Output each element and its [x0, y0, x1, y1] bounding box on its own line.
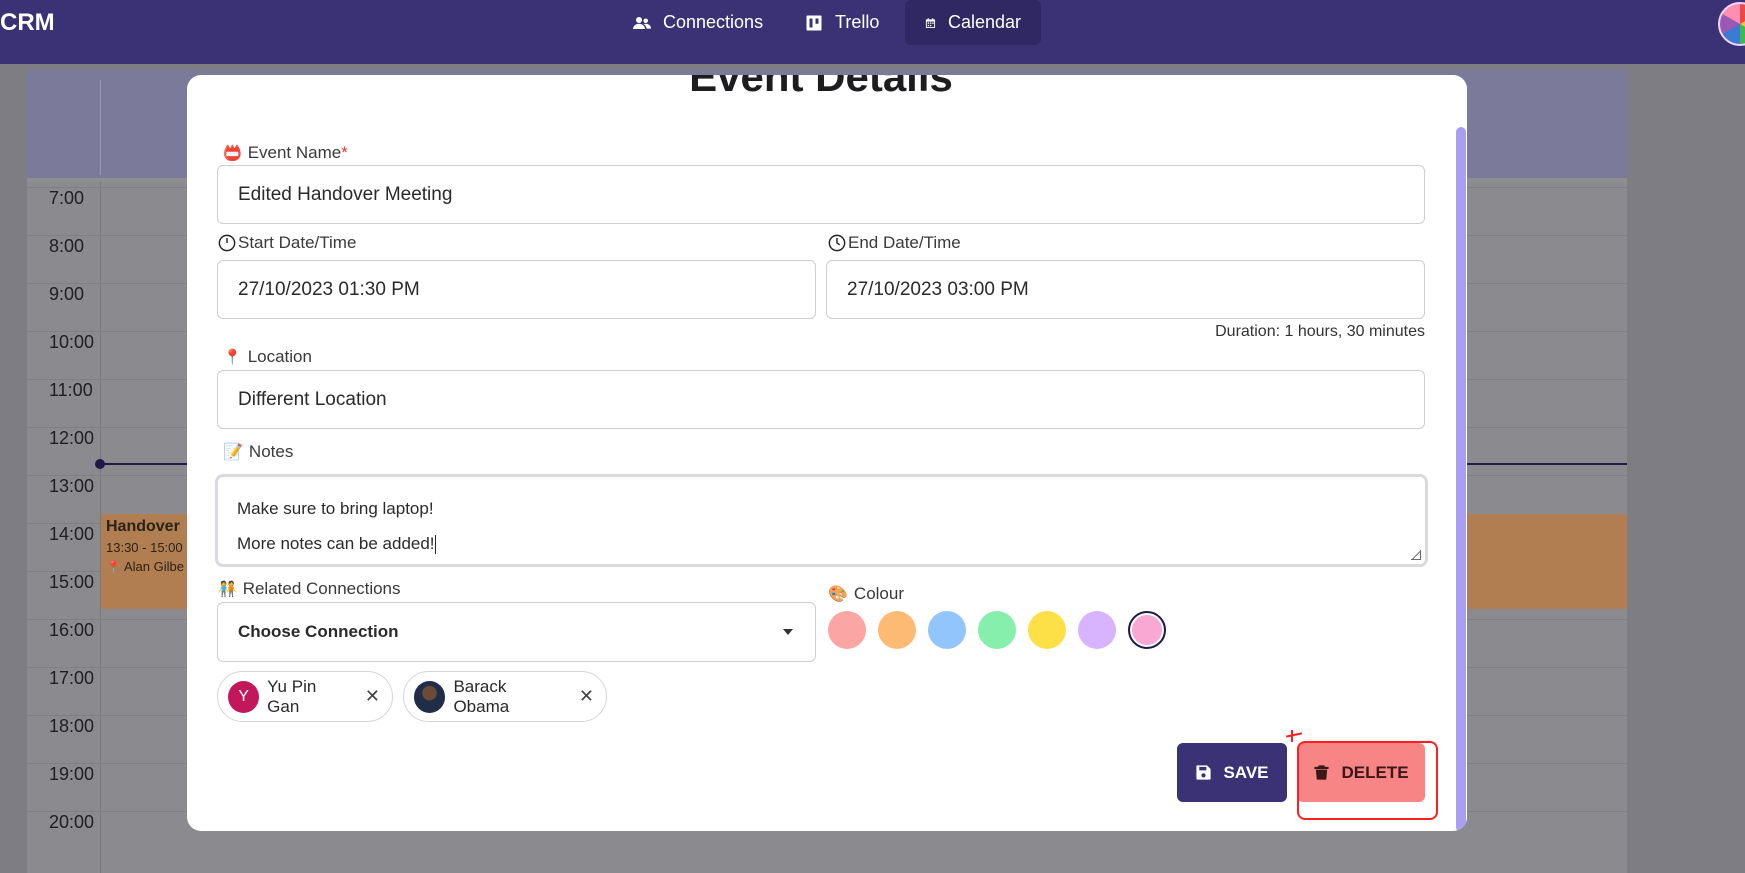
pin-icon: 📍 — [223, 349, 242, 366]
people-icon: 🧑‍🤝‍🧑 — [218, 581, 237, 598]
end-datetime-input[interactable]: 27/10/2023 03:00 PM — [826, 260, 1425, 319]
connection-chip-name: Yu Pin Gan — [267, 676, 317, 716]
scrollbar-thumb[interactable] — [1456, 127, 1466, 831]
calendar-hour-label: 19:00 — [49, 764, 95, 784]
nav-connections-label: Connections — [663, 12, 764, 32]
colour-swatch[interactable] — [1078, 611, 1116, 649]
avatar — [414, 680, 446, 713]
calendar-icon — [925, 17, 936, 28]
calendar-hour-label: 10:00 — [49, 332, 95, 352]
resize-handle[interactable] — [1411, 550, 1421, 560]
colour-swatch[interactable] — [928, 611, 966, 649]
duration-text: Duration: 1 hours, 30 minutes — [1215, 323, 1425, 340]
calendar-hour-label: 11:00 — [49, 380, 93, 400]
save-button[interactable]: SAVE — [1177, 743, 1287, 802]
connection-chip-name: Barack Obama — [453, 676, 510, 716]
floppy-disk-icon — [1196, 765, 1212, 780]
colour-label: 🎨 Colour — [828, 584, 905, 603]
nav-connections[interactable]: Connections — [613, 0, 783, 45]
annotation-mark — [1291, 730, 1293, 742]
notes-label: 📝 Notes — [223, 442, 294, 461]
annotation-mark — [1285, 732, 1303, 738]
close-icon[interactable]: ✕ — [579, 686, 594, 707]
modal-title: Event Details — [689, 75, 953, 100]
calendar-hour-label: 18:00 — [49, 716, 95, 736]
notes-line: More notes can be added! — [237, 534, 435, 553]
calendar-hour-label: 16:00 — [49, 620, 95, 640]
text-caret — [434, 535, 436, 555]
start-datetime-label: Start Date/Time — [218, 233, 356, 253]
calendar-hour-label: 14:00 — [49, 524, 95, 544]
location-input[interactable]: Different Location — [217, 370, 1425, 429]
clock-icon — [218, 234, 236, 252]
calendar-emoji-icon: 📛 — [223, 145, 242, 162]
palette-icon: 🎨 — [828, 586, 848, 603]
nav-trello-label: Trello — [835, 12, 880, 32]
colour-swatch[interactable] — [1128, 611, 1166, 649]
connection-select-placeholder: Choose Connection — [238, 622, 399, 641]
calendar-hour-label: 13:00 — [49, 476, 95, 496]
location-label: 📍 Location — [223, 347, 312, 366]
notes-line: Make sure to bring laptop! — [237, 499, 434, 518]
current-time-dot — [95, 459, 105, 469]
notes-textarea[interactable]: Make sure to bring laptop! More notes ca… — [215, 474, 1428, 567]
close-icon[interactable]: ✕ — [365, 686, 380, 707]
user-avatar[interactable] — [1718, 2, 1745, 46]
nav-calendar-label: Calendar — [947, 12, 1021, 32]
connection-select[interactable]: Choose Connection — [217, 602, 816, 662]
calendar-hour-label: 12:00 — [49, 428, 95, 448]
trello-icon — [806, 15, 822, 30]
calendar-hour-label: 20:00 — [49, 812, 95, 832]
event-name-label: 📛 Event Name* — [223, 143, 348, 162]
calendar-event-location-text: Alan Gilbe — [123, 559, 184, 574]
start-datetime-input[interactable]: 27/10/2023 01:30 PM — [217, 260, 816, 319]
pin-icon: 📍 — [106, 559, 121, 574]
top-navbar: CRM Connections Trello Calendar — [0, 0, 1745, 64]
calendar-hour-label: 8:00 — [49, 236, 85, 256]
clock-icon — [828, 234, 846, 252]
chevron-down-icon — [783, 629, 793, 635]
colour-swatch[interactable] — [978, 611, 1016, 649]
nav-trello[interactable]: Trello — [785, 0, 899, 45]
related-connections-label: 🧑‍🤝‍🧑 Related Connections — [218, 579, 401, 598]
annotation-highlight — [1297, 741, 1438, 820]
avatar: Y — [228, 680, 260, 713]
event-details-modal: Event Details 📛 Event Name* Edited Hando… — [187, 75, 1467, 831]
event-name-input[interactable]: Edited Handover Meeting — [217, 165, 1425, 224]
save-button-label: SAVE — [1223, 762, 1269, 782]
connection-chip[interactable]: Y Yu Pin Gan ✕ — [217, 671, 393, 722]
nav-calendar[interactable]: Calendar — [905, 0, 1041, 45]
calendar-hour-label: 15:00 — [49, 572, 95, 592]
connection-chip[interactable]: Barack Obama ✕ — [403, 671, 607, 722]
calendar-hour-label: 9:00 — [49, 284, 85, 304]
calendar-hour-label: 17:00 — [49, 668, 95, 688]
colour-swatch[interactable] — [828, 611, 866, 649]
calendar-hour-label: 7:00 — [49, 188, 85, 208]
brand-logo[interactable]: CRM — [0, 9, 55, 37]
colour-swatch[interactable] — [1028, 611, 1066, 649]
end-datetime-label: End Date/Time — [828, 233, 961, 253]
required-mark: * — [341, 143, 348, 162]
colour-swatch[interactable] — [878, 611, 916, 649]
memo-icon: 📝 — [223, 444, 243, 461]
users-icon — [633, 16, 651, 29]
